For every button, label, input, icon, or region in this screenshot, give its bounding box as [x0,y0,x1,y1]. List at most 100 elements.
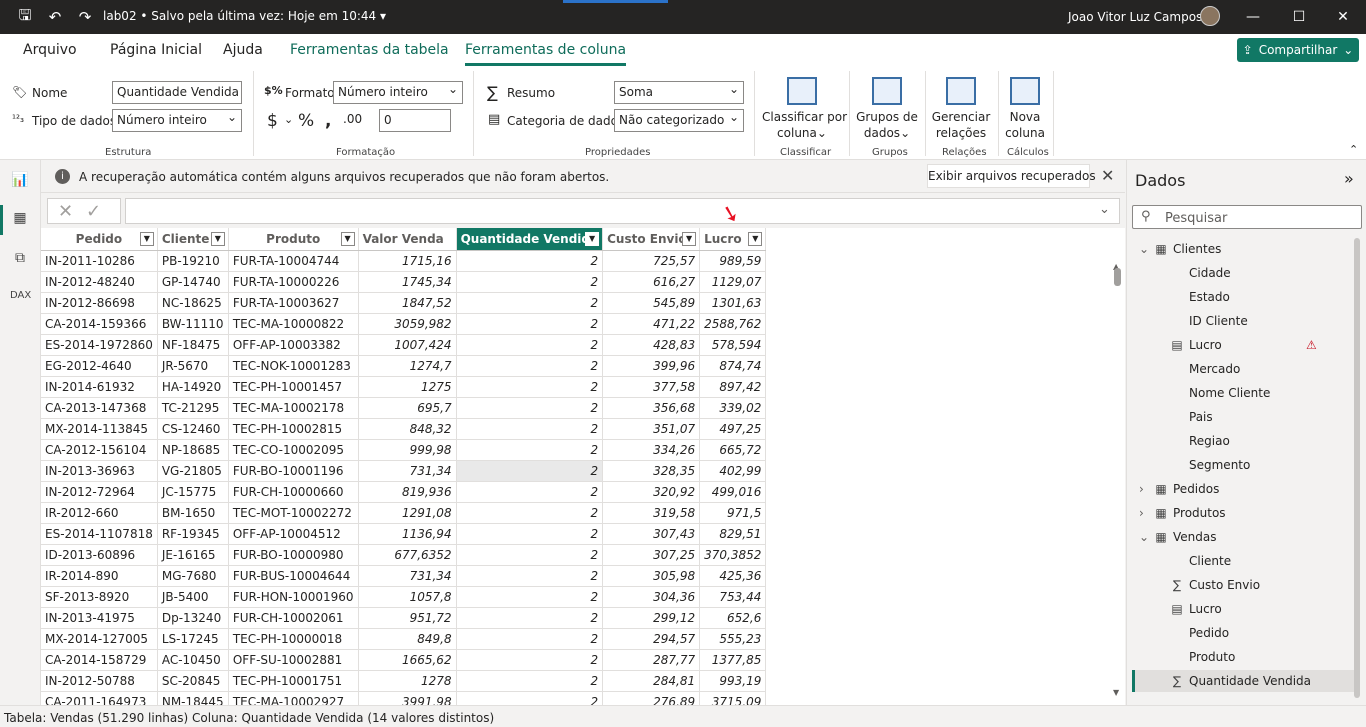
table-cell[interactable]: OFF-AP-10003382 [228,334,359,356]
table-cell[interactable]: IN-2014-61932 [41,376,158,398]
warning-icon[interactable]: ⚠ [1306,334,1317,356]
table-cell[interactable]: 3715,09 [699,691,767,705]
table-cell[interactable]: 1136,94 [358,523,457,545]
currency-icon[interactable]: $ [267,111,278,131]
tree-table-vendas[interactable]: ⌄ ▦ Vendas [1139,526,1337,548]
filter-dropdown-icon[interactable]: ▼ [210,232,225,246]
scroll-down-icon[interactable]: ▼ [1113,688,1119,697]
table-cell[interactable]: 356,68 [602,397,701,419]
table-cell[interactable]: TEC-MA-10002927 [228,691,359,705]
table-cell[interactable]: 2588,762 [699,313,767,335]
chevron-down-icon[interactable]: ⌄ [284,113,293,126]
filter-dropdown-icon[interactable]: ▼ [748,232,763,246]
tree-field[interactable]: Produto [1185,646,1366,668]
table-cell[interactable]: 3059,982 [358,313,457,335]
filter-dropdown-icon[interactable]: ▼ [340,232,355,246]
tab-pagina-inicial[interactable]: Página Inicial [110,42,202,58]
model-view-icon[interactable]: ⧉ [10,250,30,270]
table-cell[interactable]: 731,34 [358,460,457,482]
table-cell[interactable]: 370,3852 [699,544,767,566]
table-cell[interactable]: 294,57 [602,628,701,650]
table-cell[interactable]: 425,36 [699,565,767,587]
table-cell[interactable]: 287,77 [602,649,701,671]
column-header-produto[interactable]: Produto ▼ [228,228,359,251]
table-cell[interactable]: BW-11110 [157,313,229,335]
filter-dropdown-icon[interactable]: ▼ [139,232,154,246]
table-cell[interactable]: GP-14740 [157,271,229,293]
table-cell[interactable]: IR-2012-660 [41,502,158,524]
column-header-valor-venda[interactable]: Valor Venda [358,228,457,251]
table-cell[interactable]: 428,83 [602,334,701,356]
table-cell[interactable]: 1301,63 [699,292,767,314]
table-cell[interactable]: 2 [456,481,604,503]
filter-dropdown-icon[interactable]: ▼ [585,232,600,246]
table-cell[interactable]: CA-2011-164973 [41,691,158,705]
table-cell[interactable]: 999,98 [358,439,457,461]
table-cell[interactable]: 1665,62 [358,649,457,671]
check-icon[interactable]: ✓ [86,201,101,222]
tree-field[interactable]: Cidade [1185,262,1366,284]
table-cell[interactable]: 1377,85 [699,649,767,671]
tree-field[interactable]: ▤ Lucro [1169,598,1366,620]
cancel-icon[interactable]: ✕ [58,201,73,222]
tree-field[interactable]: ∑ Custo Envio [1169,574,1366,596]
table-cell[interactable]: JB-5400 [157,586,229,608]
decimal-places-input[interactable]: 0 [379,109,451,132]
table-cell[interactable]: PB-19210 [157,250,229,272]
table-cell[interactable]: IR-2014-890 [41,565,158,587]
table-cell[interactable]: SF-2013-8920 [41,586,158,608]
table-cell[interactable]: 829,51 [699,523,767,545]
tree-field[interactable]: Cliente [1185,550,1366,572]
table-cell[interactable]: 2 [456,355,604,377]
table-cell[interactable]: FUR-BUS-10004644 [228,565,359,587]
tipo-dropdown[interactable]: Número inteiro [112,109,242,132]
table-cell[interactable]: IN-2013-36963 [41,460,158,482]
table-cell[interactable]: FUR-CH-10000660 [228,481,359,503]
table-cell[interactable]: 1274,7 [358,355,457,377]
table-cell[interactable]: 578,594 [699,334,767,356]
table-cell[interactable]: 993,19 [699,670,767,692]
table-cell[interactable]: 471,22 [602,313,701,335]
table-cell[interactable]: FUR-TA-10004744 [228,250,359,272]
table-cell[interactable]: 1007,424 [358,334,457,356]
chevron-right-icon[interactable]: › [1139,478,1153,500]
table-cell[interactable]: 1715,16 [358,250,457,272]
table-cell[interactable]: 377,58 [602,376,701,398]
table-cell[interactable]: FUR-HON-10001960 [228,586,359,608]
filter-dropdown-icon[interactable]: ▼ [682,232,697,246]
tree-table-produtos[interactable]: › ▦ Produtos [1139,502,1337,524]
table-cell[interactable]: 2 [456,439,604,461]
report-view-icon[interactable]: 📊 [10,172,30,192]
table-cell[interactable]: TEC-PH-10001457 [228,376,359,398]
close-button[interactable]: ✕ [1320,0,1366,34]
minimize-button[interactable]: — [1230,0,1276,34]
tree-field[interactable]: Segmento [1185,454,1366,476]
tree-table-pedidos[interactable]: › ▦ Pedidos [1139,478,1337,500]
decimal-icon[interactable]: .00 [343,112,362,126]
table-cell[interactable]: 695,7 [358,397,457,419]
table-cell[interactable]: 2 [456,670,604,692]
table-cell[interactable]: JE-16165 [157,544,229,566]
column-header-pedido[interactable]: Pedido ▼ [41,228,158,251]
table-cell[interactable]: IN-2012-48240 [41,271,158,293]
table-cell[interactable]: 276,89 [602,691,701,705]
chevron-down-icon[interactable]: ⌄ [1139,238,1153,260]
table-cell[interactable]: FUR-TA-10003627 [228,292,359,314]
table-cell[interactable]: 2 [456,313,604,335]
tab-arquivo[interactable]: Arquivo [23,42,77,58]
table-cell[interactable]: 284,81 [602,670,701,692]
table-cell[interactable]: ID-2013-60896 [41,544,158,566]
tree-field[interactable]: Mercado [1185,358,1366,380]
table-cell[interactable]: FUR-BO-10001196 [228,460,359,482]
table-cell[interactable]: NC-18625 [157,292,229,314]
table-cell[interactable]: MX-2014-127005 [41,628,158,650]
table-cell[interactable]: 3991,98 [358,691,457,705]
table-cell[interactable]: 1057,8 [358,586,457,608]
close-icon[interactable]: ✕ [1101,166,1114,185]
table-cell[interactable]: NP-18685 [157,439,229,461]
table-cell[interactable]: 1745,34 [358,271,457,293]
table-cell[interactable]: IN-2012-50788 [41,670,158,692]
table-cell[interactable]: 1291,08 [358,502,457,524]
resumo-dropdown[interactable]: Soma [614,81,744,104]
table-cell[interactable]: 897,42 [699,376,767,398]
